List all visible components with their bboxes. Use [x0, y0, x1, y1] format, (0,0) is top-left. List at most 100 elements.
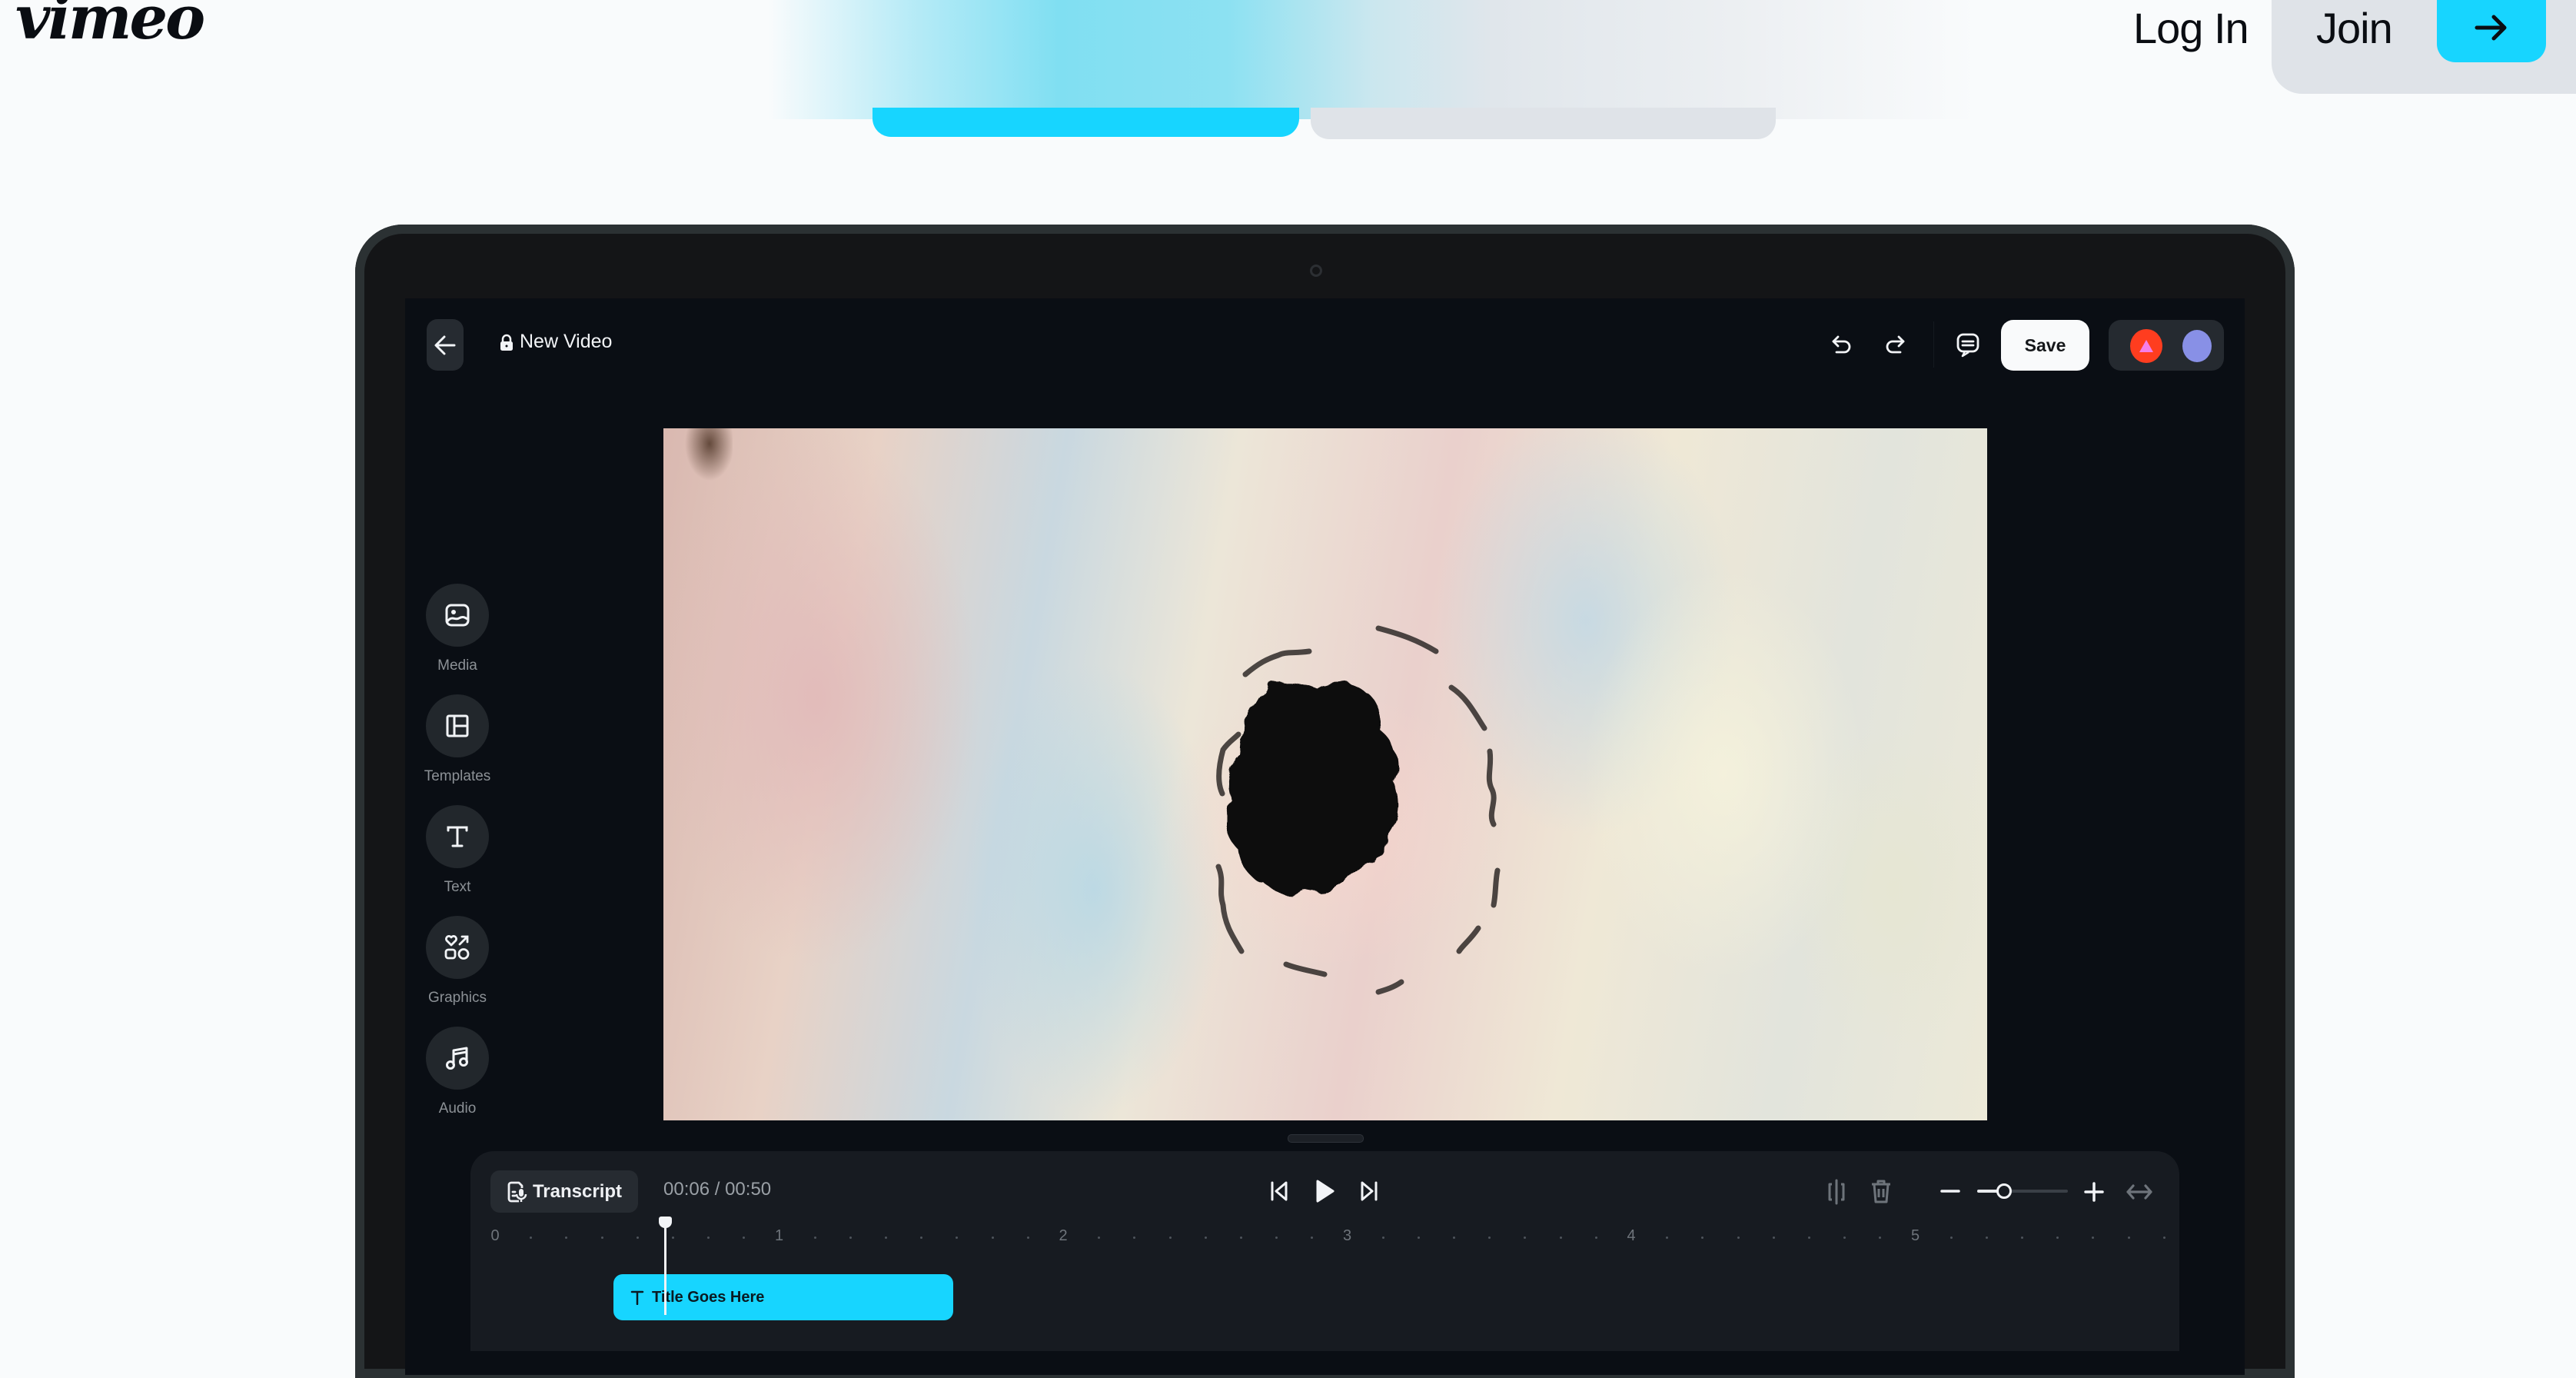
plus-icon — [2084, 1182, 2104, 1202]
tool-text[interactable]: Text — [426, 805, 489, 896]
delete-button[interactable] — [1868, 1177, 1894, 1206]
ruler-tick — [1381, 1237, 1384, 1239]
toolbar-divider — [1933, 321, 1934, 368]
image-icon — [445, 604, 470, 627]
undo-button[interactable] — [1828, 331, 1856, 360]
minus-icon — [1940, 1190, 1960, 1193]
trash-icon — [1872, 1180, 1890, 1203]
timecode: 00:06 / 00:50 — [663, 1179, 771, 1200]
ruler-tick — [1949, 1237, 1953, 1239]
project-title: New Video — [520, 331, 613, 352]
triangle-icon — [2139, 340, 2153, 352]
arrow-right-icon — [2475, 15, 2507, 40]
tool-text-button[interactable] — [426, 805, 489, 868]
ruler-tick — [1807, 1237, 1810, 1239]
arrow-left-icon — [434, 335, 456, 354]
video-artwork — [1215, 625, 1501, 995]
split-icon — [1828, 1179, 1845, 1205]
ruler-tick — [636, 1237, 639, 1239]
laptop-camera — [1310, 265, 1322, 277]
ruler-tick — [1737, 1237, 1740, 1239]
back-button[interactable] — [427, 319, 464, 371]
tool-label: Templates — [424, 768, 491, 784]
comment-icon — [1956, 333, 1979, 358]
tool-graphics-button[interactable] — [426, 916, 489, 979]
ruler-tick-label: 5 — [1910, 1227, 1920, 1244]
comments-button[interactable] — [1953, 331, 1983, 360]
hero-tab-inactive[interactable] — [1311, 108, 1776, 139]
ruler-tick — [671, 1237, 674, 1239]
zoom-in-button[interactable] — [2082, 1180, 2106, 1203]
skip-forward-icon — [1361, 1181, 1378, 1201]
ruler-tick — [2162, 1237, 2166, 1239]
save-button[interactable]: Save — [2001, 320, 2089, 371]
tool-label: Graphics — [427, 990, 487, 1006]
ruler-tick — [1239, 1237, 1242, 1239]
skip-forward-button[interactable] — [1357, 1179, 1381, 1203]
playhead[interactable] — [664, 1223, 667, 1315]
play-icon — [1316, 1180, 1335, 1203]
ruler-tick — [1417, 1237, 1420, 1239]
transcript-icon — [507, 1181, 527, 1202]
ruler-tick — [1772, 1237, 1775, 1239]
ruler-tick — [600, 1237, 603, 1239]
undo-icon — [1832, 335, 1851, 354]
vimeo-logo[interactable]: vimeo — [15, 0, 205, 53]
tool-label: Text — [444, 879, 471, 895]
layout-icon — [446, 714, 469, 737]
ruler-tick — [1168, 1237, 1172, 1239]
skip-back-icon — [1271, 1181, 1288, 1201]
hero-gradient-band — [769, 0, 1976, 119]
join-button[interactable] — [2437, 0, 2546, 62]
redo-icon — [1886, 335, 1905, 354]
time-separator: / — [714, 1179, 720, 1200]
login-link[interactable]: Log In — [2133, 3, 2249, 53]
ruler-tick-label: 4 — [1627, 1227, 1636, 1244]
music-icon — [446, 1047, 468, 1070]
lock-icon — [500, 334, 513, 351]
zoom-out-button[interactable] — [1939, 1182, 1961, 1200]
ruler-tick — [1026, 1237, 1029, 1239]
ruler-tick — [2127, 1237, 2130, 1239]
ruler-tick — [1594, 1237, 1597, 1239]
split-button[interactable] — [1823, 1178, 1850, 1206]
shapes-icon — [444, 935, 470, 960]
transcript-label: Transcript — [532, 1180, 623, 1202]
avatar[interactable] — [2182, 330, 2212, 362]
tool-media[interactable]: Media — [426, 584, 489, 674]
tool-label: Media — [437, 657, 477, 674]
transcript-button[interactable]: Transcript — [490, 1170, 638, 1213]
ruler-tick-label: 0 — [490, 1227, 500, 1244]
tool-media-button[interactable] — [426, 584, 489, 647]
text-icon — [447, 826, 468, 847]
fit-width-icon — [2126, 1184, 2152, 1200]
tool-audio-button[interactable] — [426, 1027, 489, 1090]
ruler-tick-label: 1 — [774, 1227, 784, 1244]
panel-resize-handle[interactable] — [1288, 1134, 1364, 1143]
duration: 00:50 — [725, 1179, 772, 1200]
play-button[interactable] — [1311, 1177, 1338, 1205]
ruler-tick — [1204, 1237, 1207, 1239]
ruler-tick — [813, 1237, 816, 1239]
tool-audio[interactable]: Audio — [426, 1027, 489, 1117]
hero-tab-active[interactable] — [873, 108, 1299, 137]
tool-graphics[interactable]: Graphics — [426, 916, 489, 1007]
clip-label: Title Goes Here — [652, 1288, 765, 1306]
fit-timeline-button[interactable] — [2125, 1182, 2154, 1202]
tool-templates-button[interactable] — [426, 694, 489, 757]
video-preview[interactable] — [663, 428, 1987, 1120]
skip-back-button[interactable] — [1267, 1179, 1291, 1203]
ruler-tick — [1559, 1237, 1562, 1239]
ruler-tick — [991, 1237, 994, 1239]
redo-button[interactable] — [1881, 331, 1909, 360]
ruler-tick-label: 2 — [1059, 1227, 1068, 1244]
tool-templates[interactable]: Templates — [424, 694, 491, 785]
project-title-group[interactable]: New Video — [500, 331, 612, 353]
ruler-tick — [1985, 1237, 1988, 1239]
current-time: 00:06 — [663, 1179, 710, 1200]
ruler-tick-label: 3 — [1342, 1227, 1352, 1244]
ruler-tick — [849, 1237, 852, 1239]
tool-label: Audio — [438, 1100, 477, 1117]
join-link[interactable]: Join — [2316, 3, 2393, 53]
avatar[interactable] — [2130, 329, 2162, 363]
